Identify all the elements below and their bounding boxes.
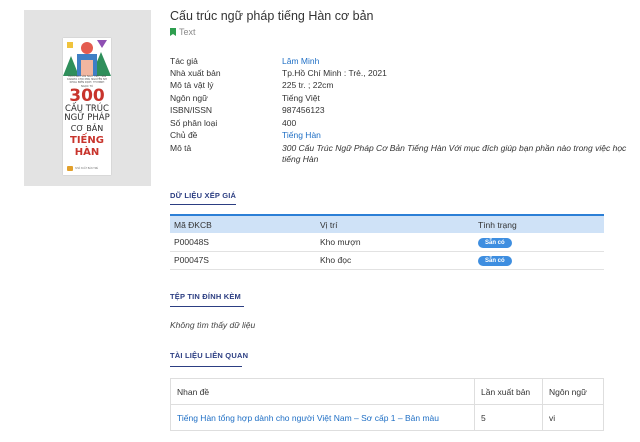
column-header: Mã ĐKCB [170,214,316,233]
bookmark-icon [170,28,176,36]
related-title-link[interactable]: Tiếng Hàn tổng hợp dành cho người Việt N… [170,404,475,431]
column-header: Nhan đề [170,378,475,405]
related-section-title: TÀI LIỆU LIÊN QUAN [170,351,249,360]
attachments-underline [170,306,244,307]
meta-label: Nhà xuất bản [170,68,221,78]
cover-number: 300 [69,86,105,106]
holdings-table: Mã ĐKCB Vị trí Tình trạng P00048S Kho mư… [170,214,604,270]
meta-label: Ngôn ngữ [170,93,208,103]
meta-value: 987456123 [282,105,325,115]
table-header-row: Nhan đề Lần xuất bản Ngôn ngữ [170,378,604,405]
meta-description: 300 Cấu Trúc Ngữ Pháp Cơ Bản Tiếng Hàn V… [282,143,627,164]
book-cover[interactable]: TRƯỜNG HÀN NGỮ VIỆT HÀN KANATA CHO MIN, … [63,38,111,175]
attachments-empty-text: Không tìm thấy dữ liệu [170,320,256,330]
table-row: Tiếng Hàn tổng hợp dành cho người Việt N… [170,404,604,431]
table-row: P00047S Kho đọc Sẵn có [170,251,604,270]
related-edition: 5 [474,404,543,431]
holding-code: P00047S [170,251,316,270]
holding-code: P00048S [170,233,316,252]
holding-status-cell: Sẵn có [474,251,604,270]
status-badge: Sẵn có [478,256,512,266]
holding-location: Kho đọc [316,251,474,270]
column-header: Ngôn ngữ [542,378,604,405]
meta-label: Tác giả [170,56,198,66]
cover-illustration [63,38,111,76]
cover-line-4: TIẾNG HÀN [70,135,104,158]
column-header: Tình trạng [474,214,604,233]
record-type-label: Text [179,27,196,37]
publisher-logo-icon [67,166,73,171]
table-row: P00048S Kho mượn Sẵn có [170,233,604,252]
subject-link[interactable]: Tiếng Hàn [282,130,321,140]
meta-label: ISBN/ISSN [170,105,213,115]
holdings-underline [170,204,236,205]
related-table: Nhan đề Lần xuất bản Ngôn ngữ Tiếng Hàn … [170,378,604,431]
meta-value: 225 tr. ; 22cm [282,80,334,90]
table-header-row: Mã ĐKCB Vị trí Tình trạng [170,214,604,233]
holding-location: Kho mượn [316,233,474,252]
holdings-section-title: DỮ LIỆU XẾP GIÁ [170,191,237,200]
status-badge: Sẵn có [478,237,512,248]
cover-line-3: CƠ BẢN [70,124,104,133]
author-link[interactable]: Lâm Minh [282,56,319,66]
cover-line-2: NGỮ PHÁP [64,113,110,123]
meta-label: Mô tả vật lý [170,80,214,90]
column-header: Vị trí [316,214,474,233]
record-type: Text [170,27,196,37]
meta-label: Chủ đề [170,130,198,140]
attachments-section-title: TỆP TIN ĐÍNH KÈM [170,292,241,301]
related-underline [170,366,242,367]
meta-label: Mô tả [170,143,192,153]
record-title: Cấu trúc ngữ pháp tiếng Hàn cơ bản [170,9,374,23]
meta-label: Số phân loại [170,118,218,128]
meta-value: Tp.Hồ Chí Minh : Trẻ., 2021 [282,68,387,78]
column-header: Lần xuất bản [474,378,543,405]
cover-panel: TRƯỜNG HÀN NGỮ VIỆT HÀN KANATA CHO MIN, … [24,10,151,186]
meta-value: 400 [282,118,297,128]
cover-publisher: NHÀ XUẤT BẢN TRẺ [75,167,99,170]
related-language: vi [549,412,556,423]
holding-status-cell: Sẵn có [474,233,604,252]
meta-value: Tiếng Việt [282,93,320,103]
